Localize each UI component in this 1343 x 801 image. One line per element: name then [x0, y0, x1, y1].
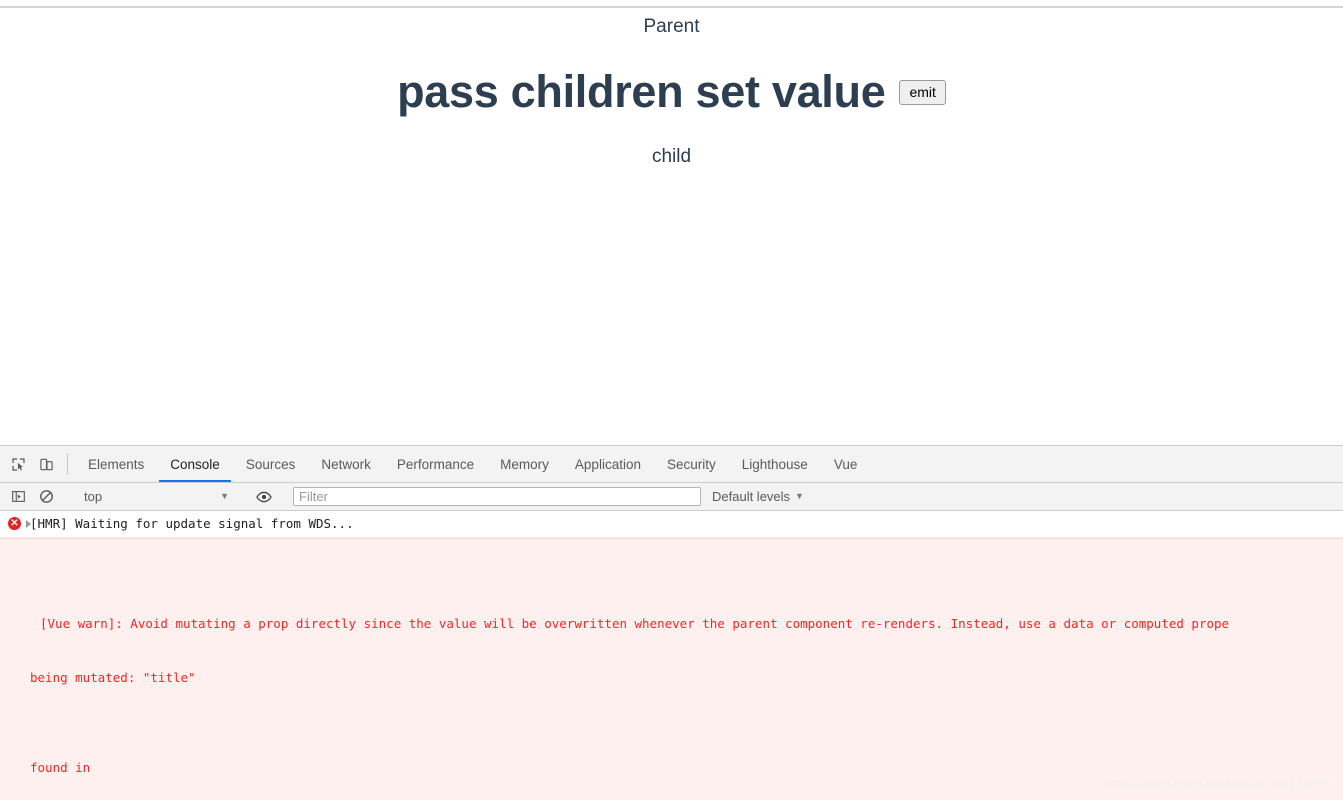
tab-label: Vue	[833, 456, 858, 472]
live-expression-eye-icon[interactable]	[250, 489, 278, 505]
emit-button[interactable]: emit	[899, 79, 946, 105]
console-message-text: [HMR] Waiting for update signal from WDS…	[30, 516, 354, 531]
devtools-tabbar: Elements Console Sources Network Perform…	[0, 446, 1343, 483]
execution-context-value: top	[84, 489, 103, 504]
error-line: [Vue warn]: Avoid mutating a prop direct…	[40, 616, 1230, 631]
toolbar-divider	[67, 453, 68, 475]
tab-elements[interactable]: Elements	[75, 446, 157, 482]
inspect-element-icon[interactable]	[4, 446, 32, 482]
child-component-label: child	[651, 146, 692, 167]
log-levels-dropdown[interactable]: Default levels ▼	[712, 489, 804, 504]
vue-app-root: Parent pass children set value emit chil…	[0, 14, 1343, 170]
error-line: being mutated: "title"	[30, 670, 196, 685]
tab-performance[interactable]: Performance	[384, 446, 487, 482]
log-levels-label: Default levels	[712, 489, 791, 504]
tab-label: Elements	[88, 456, 145, 472]
chevron-down-icon: ▼	[795, 491, 804, 501]
tab-label: Lighthouse	[741, 456, 808, 472]
tab-memory[interactable]: Memory	[487, 446, 562, 482]
error-icon: ✕	[8, 517, 21, 530]
console-filter-input[interactable]	[293, 487, 701, 506]
tab-lighthouse[interactable]: Lighthouse	[729, 446, 821, 482]
tab-label: Application	[574, 456, 641, 472]
tab-network[interactable]: Network	[308, 446, 384, 482]
console-message-list[interactable]: [HMR] Waiting for update signal from WDS…	[0, 511, 1343, 800]
app-viewport: Parent pass children set value emit chil…	[0, 8, 1343, 445]
tab-sources[interactable]: Sources	[233, 446, 309, 482]
tab-vue[interactable]: Vue	[821, 446, 871, 482]
expand-triangle-icon[interactable]	[26, 520, 31, 528]
tab-application[interactable]: Application	[562, 446, 654, 482]
console-toolbar: top ▼ Default levels ▼	[0, 483, 1343, 511]
tab-label: Security	[666, 456, 716, 472]
tab-label: Console	[170, 456, 220, 472]
console-message-error[interactable]: ✕ [Vue warn]: Avoid mutating a prop dire…	[0, 517, 1343, 800]
page-title: pass children set value	[397, 66, 886, 117]
tab-label: Network	[321, 456, 371, 472]
tab-console[interactable]: Console	[157, 446, 233, 482]
devtools-panel: Elements Console Sources Network Perform…	[0, 445, 1343, 801]
execution-context-select[interactable]: top ▼	[75, 487, 235, 507]
tab-label: Sources	[245, 456, 296, 472]
console-sidebar-toggle-icon[interactable]	[4, 489, 32, 504]
parent-component-label: Parent	[643, 16, 700, 37]
device-toolbar-icon[interactable]	[32, 446, 60, 482]
clear-console-icon[interactable]	[32, 489, 60, 504]
headline-row: pass children set value emit	[0, 66, 1343, 118]
tab-label: Performance	[396, 456, 475, 472]
console-message-log[interactable]: [HMR] Waiting for update signal from WDS…	[0, 511, 1343, 538]
chevron-down-icon: ▼	[220, 491, 229, 501]
error-line: found in	[30, 760, 91, 775]
tab-security[interactable]: Security	[654, 446, 729, 482]
tab-label: Memory	[500, 456, 549, 472]
